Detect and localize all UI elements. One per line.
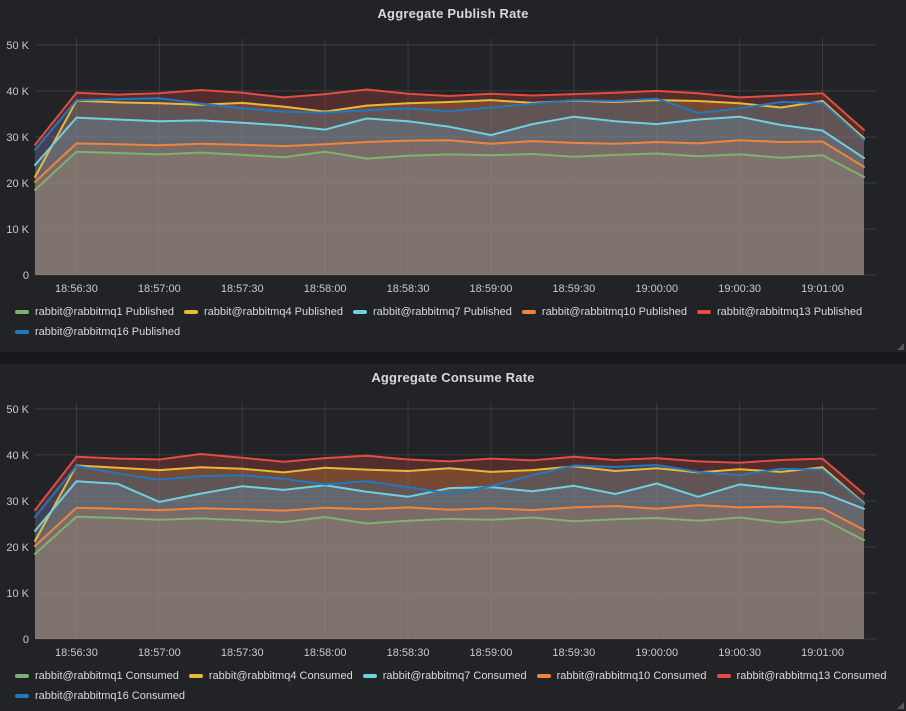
legend-row: rabbit@rabbitmq1 Consumed rabbit@rabbitmq… [15, 666, 898, 686]
panel-title[interactable]: Aggregate Publish Rate [377, 6, 528, 21]
legend-label: rabbit@rabbitmq16 Published [35, 326, 180, 338]
y-tick-label: 20 K [6, 542, 29, 554]
x-tick-label: 18:59:30 [552, 647, 595, 659]
y-tick-label: 30 K [6, 132, 29, 144]
y-tick-label: 30 K [6, 496, 29, 508]
x-tick-label: 18:58:00 [304, 647, 347, 659]
y-tick-label: 40 K [6, 86, 29, 98]
legend-color-chip [537, 674, 551, 678]
legend-consume: rabbit@rabbitmq1 Consumed rabbit@rabbitmq… [0, 659, 906, 706]
panel-aggregate-consume-rate: Aggregate Consume Rate 0 10 K 20 K 30 K 40 K… [0, 364, 906, 711]
x-tick-label: 18:56:30 [55, 647, 98, 659]
legend-item[interactable]: rabbit@rabbitmq7 Consumed [363, 670, 527, 682]
y-tick-label: 0 [23, 634, 29, 646]
x-tick-label: 18:59:00 [470, 647, 513, 659]
legend-item[interactable]: rabbit@rabbitmq1 Published [15, 306, 174, 318]
x-tick-label: 18:58:00 [304, 283, 347, 295]
legend-label: rabbit@rabbitmq7 Published [373, 306, 512, 318]
panel-aggregate-publish-rate: Aggregate Publish Rate 0 10 K 20 K 30 K 40 K… [0, 0, 906, 352]
x-tick-label: 18:59:30 [552, 283, 595, 295]
legend-color-chip [717, 674, 731, 678]
legend-item[interactable]: rabbit@rabbitmq7 Published [353, 306, 512, 318]
legend-label: rabbit@rabbitmq4 Consumed [209, 670, 353, 682]
y-tick-label: 40 K [6, 450, 29, 462]
chart-canvas: 0 10 K 20 K 30 K 40 K 50 K 18:56:30 18:57:00 18:… [0, 392, 906, 659]
legend-item[interactable]: rabbit@rabbitmq4 Published [184, 306, 343, 318]
legend-row: rabbit@rabbitmq16 Consumed [15, 686, 898, 706]
y-tick-label: 20 K [6, 178, 29, 190]
legend-label: rabbit@rabbitmq1 Consumed [35, 670, 179, 682]
panel-title[interactable]: Aggregate Consume Rate [371, 370, 534, 385]
legend-label: rabbit@rabbitmq16 Consumed [35, 690, 185, 702]
legend-label: rabbit@rabbitmq10 Published [542, 306, 687, 318]
x-tick-label: 19:00:30 [718, 283, 761, 295]
x-tick-label: 18:57:30 [221, 283, 264, 295]
legend-color-chip [522, 310, 536, 314]
chart-publish-rate: 0 10 K 20 K 30 K 40 K 50 K 18:56:30 18:57:00 18:… [0, 28, 906, 295]
x-tick-label: 19:01:00 [801, 283, 844, 295]
legend-publish: rabbit@rabbitmq1 Published rabbit@rabbitm… [0, 295, 906, 342]
x-tick-label: 18:57:00 [138, 283, 181, 295]
legend-item[interactable]: rabbit@rabbitmq4 Consumed [189, 670, 353, 682]
x-tick-label: 19:00:00 [635, 283, 678, 295]
x-tick-label: 18:59:00 [470, 283, 513, 295]
legend-item[interactable]: rabbit@rabbitmq10 Published [522, 306, 687, 318]
legend-item[interactable]: rabbit@rabbitmq13 Published [697, 306, 862, 318]
legend-row: rabbit@rabbitmq16 Published [15, 322, 898, 342]
legend-row: rabbit@rabbitmq1 Published rabbit@rabbitm… [15, 302, 898, 322]
legend-label: rabbit@rabbitmq4 Published [204, 306, 343, 318]
y-tick-label: 10 K [6, 588, 29, 600]
legend-color-chip [15, 330, 29, 334]
chart-canvas: 0 10 K 20 K 30 K 40 K 50 K 18:56:30 18:57:00 18:… [0, 28, 906, 295]
legend-label: rabbit@rabbitmq10 Consumed [557, 670, 707, 682]
legend-item[interactable]: rabbit@rabbitmq10 Consumed [537, 670, 707, 682]
series-fill [35, 98, 864, 275]
legend-color-chip [353, 310, 367, 314]
y-tick-label: 0 [23, 270, 29, 282]
chart-consume-rate: 0 10 K 20 K 30 K 40 K 50 K 18:56:30 18:57:00 18:… [0, 392, 906, 659]
legend-color-chip [15, 674, 29, 678]
x-tick-label: 18:58:30 [387, 283, 430, 295]
legend-label: rabbit@rabbitmq7 Consumed [383, 670, 527, 682]
x-tick-label: 19:00:00 [635, 647, 678, 659]
x-tick-label: 18:57:30 [221, 647, 264, 659]
resize-handle-icon[interactable] [897, 343, 904, 350]
legend-color-chip [189, 674, 203, 678]
legend-label: rabbit@rabbitmq13 Published [717, 306, 862, 318]
legend-color-chip [697, 310, 711, 314]
x-tick-label: 18:56:30 [55, 283, 98, 295]
legend-color-chip [15, 310, 29, 314]
y-tick-label: 50 K [6, 404, 29, 416]
legend-color-chip [184, 310, 198, 314]
dashboard: Aggregate Publish Rate 0 10 K 20 K 30 K 40 K… [0, 0, 906, 711]
x-tick-label: 19:01:00 [801, 647, 844, 659]
x-tick-label: 18:57:00 [138, 647, 181, 659]
legend-item[interactable]: rabbit@rabbitmq16 Consumed [15, 690, 185, 702]
panel-header: Aggregate Publish Rate [0, 0, 906, 28]
legend-item[interactable]: rabbit@rabbitmq1 Consumed [15, 670, 179, 682]
legend-color-chip [15, 694, 29, 698]
legend-color-chip [363, 674, 377, 678]
legend-label: rabbit@rabbitmq1 Published [35, 306, 174, 318]
y-tick-label: 50 K [6, 40, 29, 52]
legend-label: rabbit@rabbitmq13 Consumed [737, 670, 887, 682]
legend-item[interactable]: rabbit@rabbitmq16 Published [15, 326, 180, 338]
x-tick-label: 19:00:30 [718, 647, 761, 659]
legend-item[interactable]: rabbit@rabbitmq13 Consumed [717, 670, 887, 682]
resize-handle-icon[interactable] [897, 702, 904, 709]
x-tick-label: 18:58:30 [387, 647, 430, 659]
panel-header: Aggregate Consume Rate [0, 364, 906, 392]
y-tick-label: 10 K [6, 224, 29, 236]
